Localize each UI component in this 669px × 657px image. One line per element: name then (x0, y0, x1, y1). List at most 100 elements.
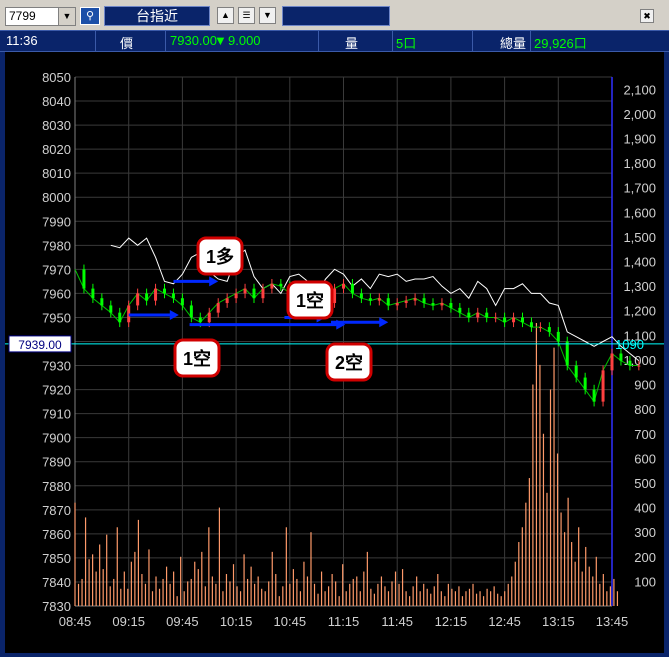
candle-body (377, 298, 381, 301)
y-left-tick-label: 8010 (42, 166, 71, 181)
symbol-title[interactable]: 台指近 (104, 6, 210, 26)
x-tick-label: 09:15 (112, 614, 145, 629)
candle-body (359, 293, 363, 299)
volume-label: 量 (345, 36, 359, 51)
volume-value: 5口 (396, 36, 417, 51)
candle-body (503, 317, 507, 323)
candle-body (342, 283, 345, 289)
candle-body (485, 312, 489, 318)
price-value: 7930.00 (170, 33, 217, 48)
quote-window: 7799 ▼ ⚲ 台指近 ▲ ☰ ▼ ✖ 11:36 價 7930.00 ▼ 9… (0, 0, 669, 657)
candle-body (619, 353, 623, 361)
magnifier-icon[interactable]: ⚲ (80, 7, 100, 25)
candle-body (529, 322, 533, 328)
candle-body (565, 341, 569, 366)
y-right-tick-label: 1,800 (623, 156, 656, 171)
y-left-tick-label: 7870 (42, 503, 71, 518)
candle-body (100, 298, 104, 306)
y-left-tick-label: 7860 (42, 527, 71, 542)
candle-body (476, 312, 480, 318)
trade-arrows (128, 276, 389, 330)
candles (82, 264, 641, 407)
y-left-tick-label: 8000 (42, 190, 71, 205)
candle-body (91, 288, 95, 299)
down-triangle-icon: ▼ (214, 33, 227, 48)
candle-body (628, 360, 632, 366)
grid (74, 76, 613, 607)
x-tick-label: 13:15 (542, 614, 575, 629)
y-left-tick-label: 8040 (42, 94, 71, 109)
down-arrow-icon[interactable]: ▼ (259, 7, 276, 24)
y-right-tick-label: 2,000 (623, 107, 656, 122)
y-left-tick-label: 7850 (42, 551, 71, 566)
candle-body (413, 298, 417, 301)
candle-body (440, 303, 444, 306)
candle-body (494, 317, 498, 319)
candle-body (225, 298, 229, 304)
y-right-tick-label: 500 (634, 476, 656, 491)
y-right-tick-label: 400 (634, 501, 656, 516)
code-select[interactable]: 7799 ▼ (5, 7, 76, 26)
candle-body (279, 283, 283, 287)
y-left-tick-label: 7990 (42, 214, 71, 229)
y-right-tick-label: 1,500 (623, 230, 656, 245)
candle-body (368, 298, 372, 301)
candle-body (431, 303, 435, 306)
candle-body (449, 303, 453, 308)
chevron-down-icon[interactable]: ▼ (58, 8, 75, 25)
y-left-tick-label: 7930 (42, 359, 71, 374)
y-left-tick-label: 8050 (42, 70, 71, 85)
candle-body (574, 365, 578, 378)
y-right-tick-label: 700 (634, 427, 656, 442)
cursor-right-label: 1090 (615, 337, 644, 352)
total-value: 29,926口 (534, 36, 587, 51)
y-left-tick-label: 7970 (42, 262, 71, 277)
callout-label: 1空 (183, 348, 211, 369)
y-left-tick-label: 7960 (42, 286, 71, 301)
candle-body (512, 317, 516, 323)
candle-body (189, 305, 193, 318)
quote-info-bar: 11:36 價 7930.00 ▼ 9.000 量 5口 總量 29,926口 (0, 30, 669, 52)
y-left-tick-label: 7910 (42, 407, 71, 422)
y-left-tick-label: 7880 (42, 479, 71, 494)
close-icon[interactable]: ✖ (640, 9, 654, 23)
x-tick-label: 12:45 (488, 614, 521, 629)
list-icon[interactable]: ☰ (238, 7, 255, 24)
candle-body (610, 353, 614, 371)
candle-body (521, 317, 524, 323)
total-label: 總量 (500, 36, 527, 51)
up-arrow-icon[interactable]: ▲ (217, 7, 234, 24)
candle-body (270, 283, 274, 289)
candle-body (198, 317, 202, 323)
y-left-tick-label: 8030 (42, 118, 71, 133)
candle-body (261, 288, 265, 299)
y-left-tick-label: 7920 (42, 383, 71, 398)
y-right-tick-label: 1,600 (623, 205, 656, 220)
candle-body (216, 303, 220, 313)
y-right-tick-label: 300 (634, 525, 656, 540)
x-tick-label: 08:45 (59, 614, 92, 629)
candle-body (637, 365, 641, 367)
blank-field[interactable] (282, 6, 390, 26)
candle-body (556, 331, 560, 342)
chart-svg: 8050 8040 8030 8020 8010 8000 7990 7980 7970 7960… (5, 70, 664, 629)
candle-body (163, 288, 166, 294)
candle-body (350, 283, 354, 294)
toolbar: 7799 ▼ ⚲ 台指近 ▲ ☰ ▼ ✖ (0, 0, 669, 30)
y-right-tick-label: 800 (634, 402, 656, 417)
candle-body (118, 312, 122, 323)
code-value: 7799 (9, 9, 36, 23)
candle-body (404, 300, 408, 304)
candle-body (547, 327, 551, 332)
y-left-tick-label: 7890 (42, 455, 71, 470)
y-right-tick-label: 600 (634, 451, 656, 466)
y-right-tick-label: 1,200 (623, 304, 656, 319)
y-right-tick-label: 1,700 (623, 181, 656, 196)
y-left-tick-label: 7950 (42, 310, 71, 325)
candle-body (583, 377, 587, 390)
tick-chart[interactable]: 8050 8040 8030 8020 8010 8000 7990 7980 7970 7960… (5, 52, 664, 653)
callout-label: 1多 (206, 246, 234, 267)
change-value: 9.000 (228, 33, 261, 48)
candle-body (180, 298, 184, 306)
cursor-price-label: 7939.00 (18, 338, 62, 352)
